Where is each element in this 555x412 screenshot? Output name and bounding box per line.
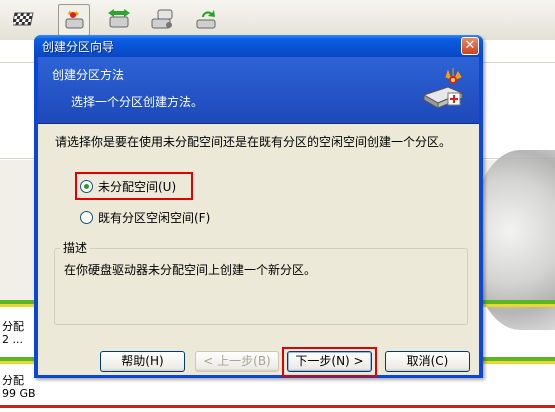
help-button[interactable]: 帮助(H) (100, 351, 185, 372)
disk-label-1: 分配 (2, 320, 24, 333)
create-partition-wizard-dialog: 创建分区向导 ✕ 创建分区方法 选择一个分区创建方法。 请选择你是要在使用未分配… (34, 35, 483, 378)
recycle-icon[interactable] (192, 4, 222, 34)
disk-bar-red (0, 405, 555, 408)
disk-size-1: 2 ... (2, 333, 23, 346)
radio-unselected-icon[interactable] (80, 210, 93, 224)
wizard-header: 创建分区方法 选择一个分区创建方法。 (38, 57, 479, 124)
wizard-header-subtitle: 选择一个分区创建方法。 (71, 95, 204, 109)
description-groupbox (54, 248, 468, 325)
cancel-button[interactable]: 取消(C) (385, 351, 470, 372)
instruction-text: 请选择你是要在使用未分配空间还是在既有分区的空闲空间创建一个分区。 (55, 135, 452, 149)
highlight-box-next (282, 347, 377, 377)
option-existing-partition[interactable]: 既有分区空闲空间(F) (80, 208, 210, 226)
disk-tools-icon[interactable] (148, 4, 178, 34)
wizard-header-title: 创建分区方法 (52, 68, 125, 82)
create-partition-icon (418, 67, 468, 113)
dialog-titlebar[interactable]: 创建分区向导 ✕ (34, 35, 483, 57)
disk-label-2: 分配 (2, 374, 24, 387)
close-icon[interactable]: ✕ (461, 37, 479, 55)
checkered-flag-icon[interactable] (10, 4, 40, 34)
dialog-title: 创建分区向导 (42, 40, 115, 54)
option-existing-label: 既有分区空闲空间(F) (98, 210, 211, 225)
resize-partition-icon[interactable] (104, 4, 134, 34)
disk-size-2: 99 GB (2, 387, 36, 400)
back-button[interactable]: < 上一步(B) (195, 351, 279, 372)
description-title: 描述 (60, 239, 91, 256)
highlight-box-option (75, 172, 193, 200)
description-text: 在你硬盘驱动器未分配空间上创建一个新分区。 (64, 263, 317, 277)
create-partition-icon[interactable] (58, 4, 90, 36)
